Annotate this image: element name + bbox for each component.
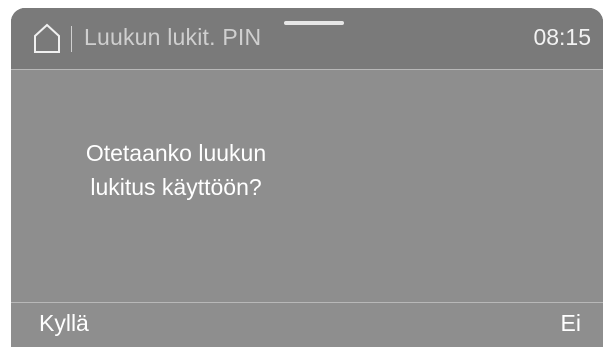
device-display: Luukun lukit. PIN 08:15 Otetaanko luukun…	[11, 8, 603, 347]
no-button[interactable]: Ei	[561, 310, 581, 337]
dialog-message: Otetaanko luukun lukitus käyttöön?	[51, 136, 301, 204]
page-indicator	[284, 21, 344, 25]
screen: Luukun lukit. PIN 08:15 Otetaanko luukun…	[11, 8, 603, 347]
home-icon[interactable]	[33, 23, 61, 53]
header-divider	[71, 26, 72, 52]
dialog-message-line-1: Otetaanko luukun	[85, 140, 267, 166]
yes-button[interactable]: Kyllä	[39, 310, 89, 337]
header-bar: Luukun lukit. PIN 08:15	[11, 8, 603, 70]
dialog-message-line-2: lukitus käyttöön?	[90, 174, 262, 200]
clock: 08:15	[533, 24, 591, 50]
footer-divider	[11, 302, 603, 303]
page-title: Luukun lukit. PIN	[84, 24, 262, 50]
